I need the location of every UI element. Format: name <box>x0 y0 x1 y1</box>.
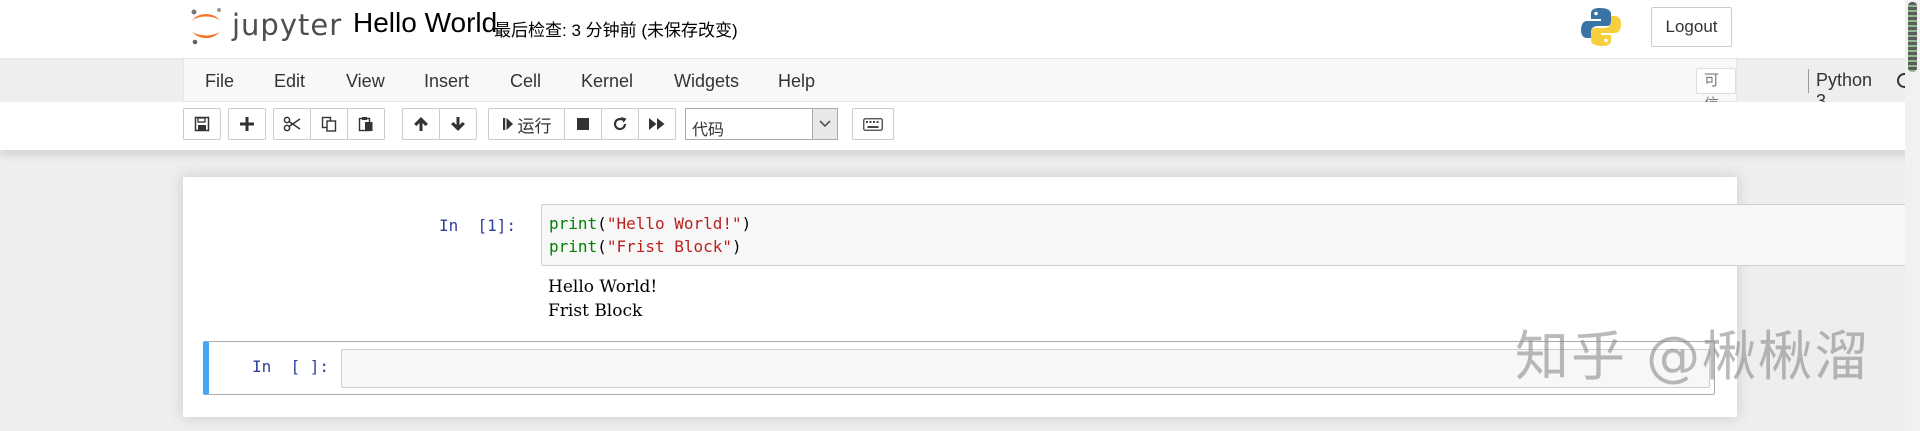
trusted-indicator[interactable]: 可信的 <box>1696 68 1736 137</box>
logout-button[interactable]: Logout <box>1651 7 1732 47</box>
copy-button[interactable] <box>310 108 348 140</box>
interrupt-button[interactable] <box>564 108 602 140</box>
stop-icon <box>577 118 589 130</box>
scissors-icon <box>283 116 301 132</box>
plus-icon <box>240 117 254 131</box>
checkpoint-status: 最后检查: 3 分钟前 (未保存改变) <box>494 21 738 40</box>
insert-cell-button[interactable] <box>228 108 266 140</box>
code-editor-empty[interactable] <box>341 349 1710 388</box>
menu-edit[interactable]: Edit <box>274 71 305 92</box>
keyboard-group <box>852 108 894 140</box>
keyboard-icon <box>863 117 883 131</box>
paste-icon <box>358 117 373 132</box>
output-line: Frist Block <box>548 301 643 321</box>
python-logo-icon <box>1580 6 1622 53</box>
notebook-title[interactable]: Hello World <box>353 7 497 39</box>
save-group <box>183 108 221 140</box>
move-up-button[interactable] <box>402 108 440 140</box>
cell-type-value: 代码 <box>692 122 725 139</box>
logo-text: jupyter <box>232 8 343 42</box>
output-line: Hello World! <box>548 277 658 297</box>
fast-forward-icon <box>649 118 665 130</box>
code-editor[interactable]: print("Hello World!") print("Frist Block… <box>541 204 1908 266</box>
code-line: print("Hello World!") <box>549 214 752 233</box>
menu-widgets[interactable]: Widgets <box>674 71 739 92</box>
menu-kernel[interactable]: Kernel <box>581 71 633 92</box>
page-scrollbar[interactable] <box>1905 0 1920 431</box>
arrow-up-icon <box>414 117 428 131</box>
code-cell-1[interactable]: In [1]: print("Hello World!") print("Fri… <box>203 204 1908 321</box>
restart-run-all-button[interactable] <box>638 108 676 140</box>
restart-icon <box>613 117 627 131</box>
menu-file[interactable]: File <box>205 71 234 92</box>
copy-icon <box>321 116 337 132</box>
chevron-down-icon <box>812 109 837 139</box>
input-prompt: In [ ]: <box>251 357 329 376</box>
restart-button[interactable] <box>601 108 639 140</box>
jupyter-logo[interactable]: jupyter <box>186 6 346 46</box>
save-icon <box>194 116 210 132</box>
run-group: 运行 <box>488 108 676 140</box>
header: jupyter Hello World 最后检查: 3 分钟前 (未保存改变) … <box>0 0 1920 59</box>
menu-cell[interactable]: Cell <box>510 71 541 92</box>
cut-button[interactable] <box>273 108 311 140</box>
menu-insert[interactable]: Insert <box>424 71 469 92</box>
toolbar: 运行 代码 <box>0 102 1920 150</box>
command-palette-button[interactable] <box>852 108 894 140</box>
menu-view[interactable]: View <box>346 71 385 92</box>
move-group <box>402 108 477 140</box>
run-label: 运行 <box>517 116 552 136</box>
menu-help[interactable]: Help <box>778 71 815 92</box>
scrollbar-thumb[interactable] <box>1908 2 1917 72</box>
input-prompt: In [1]: <box>438 216 516 235</box>
move-down-button[interactable] <box>439 108 477 140</box>
cell-type-select[interactable]: 代码 <box>685 108 838 140</box>
paste-button[interactable] <box>347 108 385 140</box>
insert-group <box>228 108 266 140</box>
kernel-divider <box>1808 69 1809 93</box>
notebook-container: In [1]: print("Hello World!") print("Fri… <box>183 177 1908 417</box>
cell-output: Hello World! Frist Block <box>548 275 657 323</box>
save-button[interactable] <box>183 108 221 140</box>
menubar: File Edit View Insert Cell Kernel Widget… <box>183 59 1912 137</box>
clipboard-group <box>273 108 385 140</box>
arrow-down-icon <box>451 117 465 131</box>
jupyter-logo-icon <box>191 8 221 45</box>
code-cell-2-selected[interactable]: In [ ]: <box>203 341 1715 395</box>
code-line: print("Frist Block") <box>549 237 742 256</box>
step-forward-icon <box>502 118 513 130</box>
run-button[interactable]: 运行 <box>488 108 565 140</box>
watermark: 知乎 @楸楸溜 <box>1515 325 1871 388</box>
